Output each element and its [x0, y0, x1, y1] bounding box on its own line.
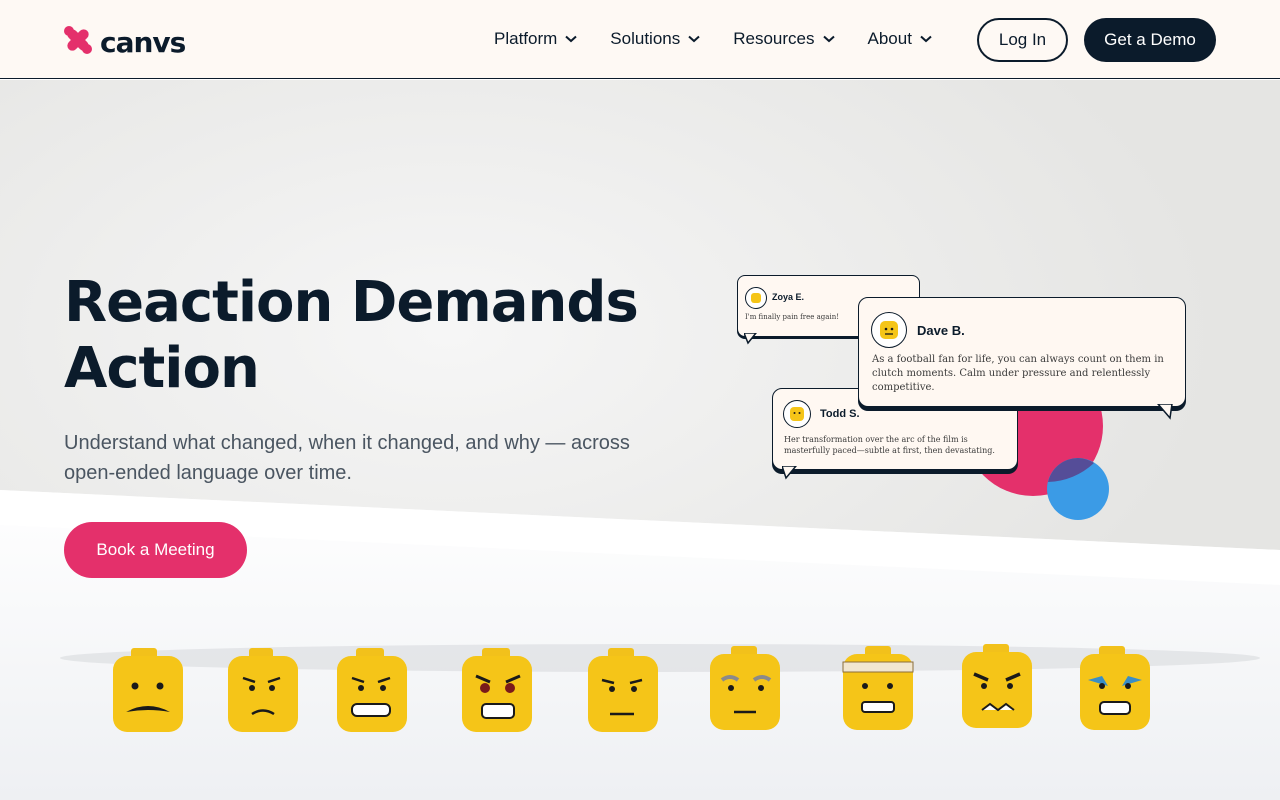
lego-head-3: [337, 648, 407, 732]
speech-tail: [744, 333, 757, 345]
lego-head-5: [588, 648, 658, 732]
lego-head-4: [462, 648, 532, 732]
nav-item-resources[interactable]: Resources: [733, 28, 835, 50]
lego-heads-row: [113, 644, 1150, 732]
review-author: Todd S.: [820, 408, 860, 420]
nav-item-platform[interactable]: Platform: [494, 28, 577, 50]
nav-item-label: Solutions: [610, 29, 681, 48]
chevron-down-icon: [822, 35, 835, 43]
logo-mark-icon: [64, 26, 92, 59]
review-text: Her transformation over the arc of the f…: [784, 435, 995, 455]
book-meeting-button[interactable]: Book a Meeting: [64, 522, 247, 578]
login-button[interactable]: Log In: [977, 18, 1068, 62]
logo-wordmark: canvs: [100, 25, 186, 59]
speech-tail: [782, 466, 797, 480]
review-card-dave: Dave B. As a football fan for life, you …: [858, 297, 1186, 407]
lego-head-1: [113, 648, 183, 732]
logo[interactable]: canvs: [64, 25, 186, 59]
review-author: Zoya E.: [772, 292, 805, 302]
lego-head-9: [1080, 646, 1150, 730]
avatar: [783, 400, 811, 428]
get-demo-button[interactable]: Get a Demo: [1084, 18, 1216, 62]
main-menu: Platform Solutions Resources About: [494, 28, 932, 50]
hero-subtitle: Understand what changed, when it changed…: [64, 432, 630, 484]
chevron-down-icon: [565, 35, 577, 43]
top-nav: canvs Platform Solutions Resources About…: [0, 0, 1280, 79]
lego-head-8: [962, 644, 1032, 728]
chevron-down-icon: [920, 35, 932, 43]
nav-item-solutions[interactable]: Solutions: [610, 28, 700, 50]
nav-item-label: Resources: [733, 29, 815, 48]
nav-item-label: About: [867, 29, 912, 48]
review-author: Dave B.: [917, 323, 965, 338]
review-text: As a football fan for life, you can alwa…: [872, 354, 1164, 393]
nav-item-label: Platform: [494, 29, 558, 48]
lego-head-6: [710, 646, 780, 730]
nav-item-about[interactable]: About: [868, 28, 932, 50]
speech-tail: [1157, 404, 1173, 420]
avatar: [871, 312, 907, 348]
chevron-down-icon: [688, 35, 700, 43]
hero-title: Reaction Demands Action: [64, 270, 639, 401]
lego-head-2: [228, 648, 298, 732]
lego-head-7: [842, 646, 914, 730]
avatar: [745, 287, 767, 309]
